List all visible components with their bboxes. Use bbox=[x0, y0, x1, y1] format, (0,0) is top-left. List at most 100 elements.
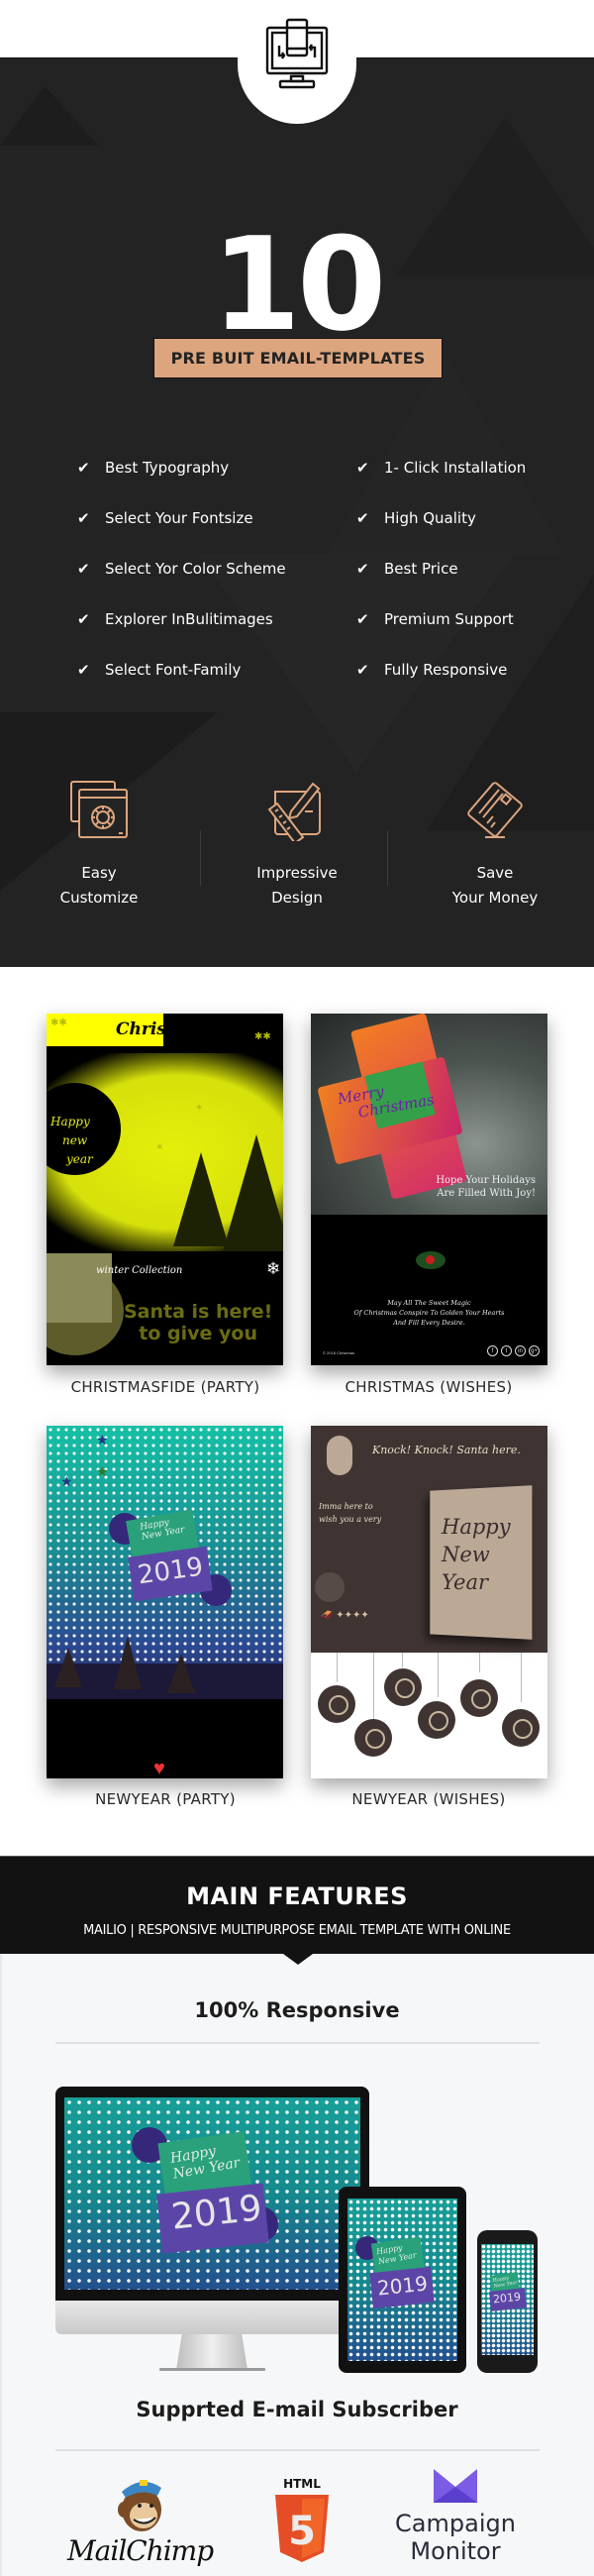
feature-label: Select Your Fontsize bbox=[105, 509, 253, 527]
feature-label: Best Typography bbox=[105, 459, 230, 477]
feature-list-right: ✔ 1- Click Installation ✔ High Quality ✔ Be… bbox=[356, 456, 594, 708]
ornament-string bbox=[521, 1653, 522, 1702]
main-features-subtitle: MAILIO | RESPONSIVE MULTIPURPOSE EMAIL T… bbox=[83, 1923, 511, 1938]
feature-item: ✔ Select Your Fontsize bbox=[77, 506, 335, 530]
linkedin-icon[interactable]: in bbox=[515, 1345, 526, 1356]
design-pencil-ruler-icon bbox=[267, 782, 321, 841]
model-photo bbox=[47, 1253, 112, 1323]
template-preview-newyear-wishes[interactable]: Knock! Knock! Santa here. Imma here to w… bbox=[311, 1426, 547, 1778]
greeting-line: new bbox=[62, 1133, 88, 1147]
feature-item: ✔ Fully Responsive bbox=[356, 658, 594, 682]
feature-label: Premium Support bbox=[384, 610, 514, 628]
ornament-icon bbox=[460, 1679, 498, 1717]
check-icon: ✔ bbox=[356, 661, 369, 679]
feature-item: ✔ 1- Click Installation bbox=[356, 456, 594, 480]
pillar-label: Customize bbox=[59, 889, 139, 907]
social-icons: f t in g+ bbox=[487, 1345, 540, 1356]
facebook-icon[interactable]: f bbox=[487, 1345, 498, 1356]
panel-line: Year bbox=[442, 1570, 489, 1594]
feature-label: Fully Responsive bbox=[384, 661, 508, 679]
feature-label: 1- Click Installation bbox=[384, 459, 527, 477]
star-icon: ★ bbox=[60, 1473, 73, 1489]
section-divider bbox=[55, 2449, 540, 2451]
feature-item: ✔ Premium Support bbox=[356, 607, 594, 631]
promo-line: Santa is here! bbox=[124, 1301, 273, 1323]
message-line: And Fill Every Desire. bbox=[393, 1319, 465, 1327]
campaign-monitor-wordmark: Campaign Monitor bbox=[386, 2510, 525, 2565]
pillar-impressive-design: Impressive Design bbox=[198, 778, 396, 916]
panel-line: Happy bbox=[442, 1515, 511, 1539]
promo-line: to give you bbox=[139, 1323, 258, 1344]
pillar-label: Easy bbox=[81, 864, 117, 882]
campaign-monitor-logo-icon[interactable] bbox=[434, 2469, 477, 2505]
mailchimp-wordmark: MailChimp bbox=[67, 2534, 214, 2567]
ornament-icon bbox=[354, 1719, 392, 1757]
pinecone-icon bbox=[54, 1648, 82, 1687]
promo-text: Santa is here! to give you bbox=[124, 1301, 272, 1344]
responsive-devices-icon bbox=[265, 18, 329, 89]
tablet-screen: Happy New Year 2019 bbox=[347, 2199, 457, 2361]
mailchimp-logo-icon[interactable] bbox=[114, 2476, 165, 2533]
responsive-title: 100% Responsive bbox=[194, 1998, 400, 2022]
pillar-divider bbox=[200, 830, 201, 886]
template-caption[interactable]: NEWYEAR (PARTY) bbox=[37, 1790, 294, 1808]
headline: Hope Your Holidays Are Filled With Joy! bbox=[436, 1174, 536, 1200]
moon-icon bbox=[315, 1572, 345, 1602]
snowflake-icon: ✱✱ bbox=[254, 1031, 271, 1042]
ornament-string bbox=[438, 1653, 439, 1697]
check-icon: ✔ bbox=[356, 610, 369, 628]
templates-badge: PRE BUIT EMAIL-TEMPLATES bbox=[153, 338, 443, 378]
tree-icon bbox=[223, 1134, 283, 1251]
intro-text: Imma here to wish you a very bbox=[319, 1500, 381, 1526]
star-icon: ★ bbox=[96, 1463, 109, 1479]
desktop-screen: Happy New Year 2019 bbox=[64, 2097, 360, 2290]
pillar-easy-customize: Easy Customize bbox=[0, 778, 198, 916]
check-icon: ✔ bbox=[356, 560, 369, 578]
wordmark-line: Campaign bbox=[395, 2510, 516, 2537]
template-caption[interactable]: CHRISTMASFIDE (PARTY) bbox=[37, 1378, 294, 1396]
panel-line: New bbox=[442, 1543, 490, 1566]
template-preview-christmasfide[interactable]: Christmastide ✱✱ ✱✱ ✶ ✶ Happy new year w… bbox=[47, 1014, 283, 1365]
feature-item: ✔ Select Yor Color Scheme bbox=[77, 557, 335, 581]
template-caption[interactable]: NEWYEAR (WISHES) bbox=[300, 1790, 557, 1808]
intro-line: wish you a very bbox=[319, 1515, 382, 1524]
subscribers-title: Supprted E-mail Subscriber bbox=[136, 2398, 458, 2421]
template-preview-newyear-party[interactable]: ★ ★ ★ Happy New Year 2019 ♥ bbox=[47, 1426, 283, 1778]
pillar-label: Your Money bbox=[451, 889, 539, 907]
html-label: HTML bbox=[283, 2477, 321, 2491]
desktop-foot bbox=[159, 2368, 265, 2371]
check-icon: ✔ bbox=[356, 459, 369, 477]
ornament-icon bbox=[318, 1685, 355, 1723]
template-preview-christmas-wishes[interactable]: Merry Christmas Hope Your Holidays Are F… bbox=[311, 1014, 547, 1365]
phone-mockup: Happy New Year 2019 bbox=[477, 2230, 538, 2373]
ornament-icon bbox=[502, 1709, 540, 1747]
star-icon: ★ bbox=[96, 1432, 109, 1448]
candy-cane-wreath-icon bbox=[416, 1251, 446, 1269]
wordmark-line: Monitor bbox=[410, 2537, 501, 2565]
tablet-mockup: Happy New Year 2019 bbox=[339, 2187, 466, 2373]
intro-line: Imma here to bbox=[319, 1502, 373, 1511]
preview-header-title: Christmastide bbox=[116, 1020, 249, 1039]
feature-item: ✔ Explorer InBulitimages bbox=[77, 607, 335, 631]
greeting-text: Happy new year bbox=[50, 1113, 93, 1169]
html5-digit: 5 bbox=[288, 2509, 316, 2554]
check-icon: ✔ bbox=[77, 610, 90, 628]
banner-pointer bbox=[283, 1954, 313, 1965]
greeting-line: year bbox=[66, 1152, 93, 1166]
message-line: May All The Sweet Magic bbox=[387, 1299, 471, 1307]
twitter-icon[interactable]: t bbox=[501, 1345, 512, 1356]
pillar-divider bbox=[387, 830, 388, 886]
star-icon: ✶ bbox=[195, 1103, 204, 1114]
ornament-icon bbox=[418, 1701, 455, 1739]
google-plus-icon[interactable]: g+ bbox=[529, 1345, 540, 1356]
feature-label: Best Price bbox=[384, 560, 458, 578]
settings-window-icon bbox=[70, 781, 128, 838]
feature-label: Select Font-Family bbox=[105, 661, 242, 679]
desktop-mockup: Happy New Year 2019 bbox=[55, 2087, 369, 2332]
pillar-save-money: Save Your Money bbox=[396, 778, 594, 916]
check-icon: ✔ bbox=[77, 661, 90, 679]
html5-logo-icon[interactable]: HTML 5 bbox=[273, 2477, 331, 2566]
sleigh-icon: 🛷 ✦✦✦✦ bbox=[321, 1610, 369, 1621]
tree-icon bbox=[173, 1152, 229, 1246]
template-caption[interactable]: CHRISTMAS (WISHES) bbox=[300, 1378, 557, 1396]
